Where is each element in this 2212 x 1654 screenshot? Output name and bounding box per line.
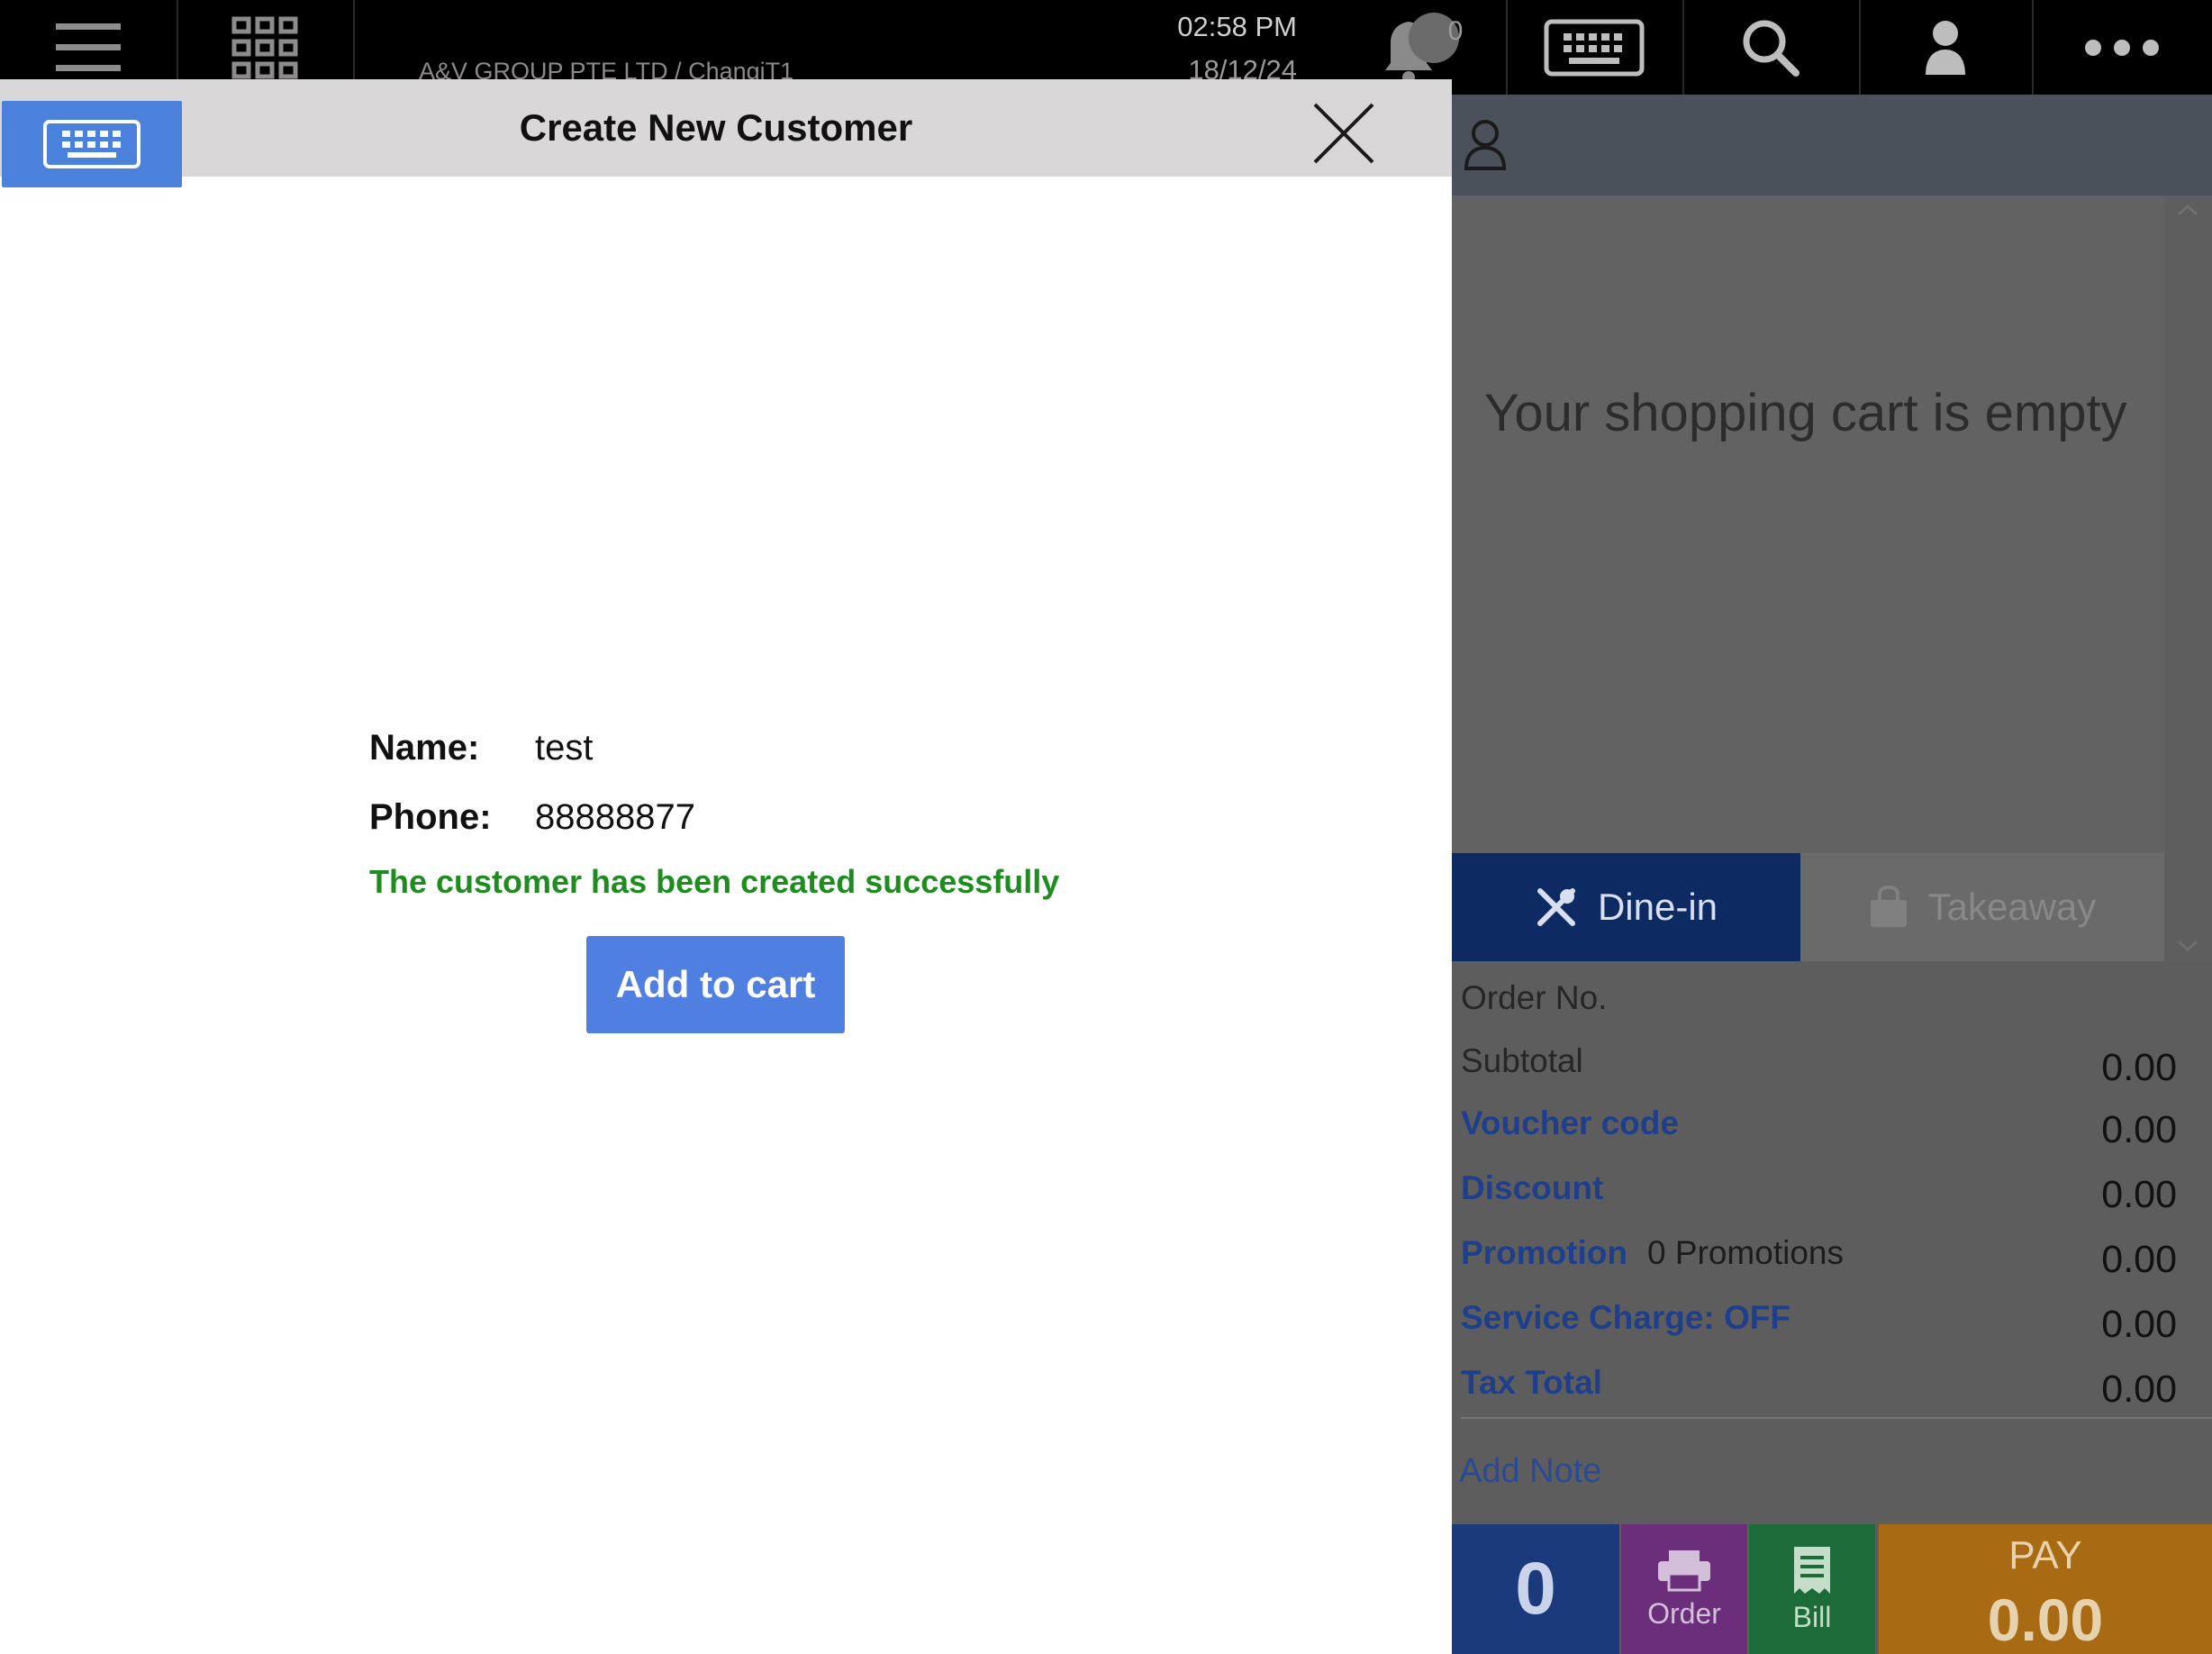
search-button[interactable] [1682, 0, 1861, 95]
item-count-button[interactable]: 0 [1452, 1524, 1619, 1654]
pay-button[interactable]: PAY 0.00 [1879, 1524, 2212, 1654]
more-options-button[interactable] [2032, 0, 2212, 95]
notification-count-badge: 0 [1447, 16, 1464, 46]
close-icon [1313, 103, 1374, 164]
promotion-link[interactable]: Promotion 0 Promotions [1461, 1234, 1844, 1272]
name-value: test [535, 728, 594, 768]
cart-items-area [1452, 195, 2164, 853]
promotion-value: 0.00 [2101, 1238, 2177, 1281]
add-to-cart-button[interactable]: Add to cart [586, 936, 845, 1033]
grid-icon [231, 16, 298, 78]
subtotal-label: Subtotal [1461, 1042, 1583, 1079]
promotion-row[interactable]: Promotion 0 Promotions 0.00 [1461, 1234, 2177, 1288]
cart-empty-message: Your shopping cart is empty [1484, 384, 2127, 442]
add-note-link[interactable]: Add Note [1459, 1452, 1601, 1491]
customer-bar[interactable] [1452, 95, 2212, 195]
pay-label: PAY [2008, 1533, 2082, 1577]
bill-label: Bill [1792, 1600, 1832, 1633]
tax-total-link[interactable]: Tax Total [1461, 1364, 1602, 1402]
dialog-title: Create New Customer [519, 106, 913, 149]
order-number-label: Order No. [1461, 979, 1608, 1016]
shopping-bag-icon [1870, 886, 1907, 927]
summary-divider [1461, 1417, 2212, 1419]
tax-total-row[interactable]: Tax Total 0.00 [1461, 1364, 2177, 1418]
pay-amount: 0.00 [1987, 1586, 2104, 1653]
subtotal-row: Subtotal 0.00 [1461, 1042, 2177, 1096]
dine-in-label: Dine-in [1597, 886, 1718, 928]
discount-link[interactable]: Discount [1461, 1169, 1603, 1207]
subtotal-value: 0.00 [2101, 1046, 2177, 1089]
hamburger-icon [56, 23, 121, 71]
keyboard-toggle-button[interactable] [1506, 0, 1684, 95]
close-dialog-button[interactable] [1308, 97, 1380, 169]
service-charge-link[interactable]: Service Charge: OFF [1461, 1299, 1790, 1337]
service-charge-value: 0.00 [2101, 1303, 2177, 1346]
item-count: 0 [1515, 1548, 1556, 1630]
chevron-up-icon [2177, 204, 2198, 216]
promotion-count: 0 Promotions [1646, 1234, 1844, 1271]
service-charge-row[interactable]: Service Charge: OFF 0.00 [1461, 1299, 2177, 1353]
keyboard-icon [1544, 19, 1645, 76]
user-button[interactable] [1859, 0, 2034, 95]
success-message: The customer has been created successful… [369, 863, 1060, 900]
order-button[interactable]: Order [1621, 1524, 1747, 1654]
discount-row[interactable]: Discount 0.00 [1461, 1169, 2177, 1223]
takeaway-label: Takeaway [1927, 886, 2097, 928]
bill-button[interactable]: Bill [1749, 1524, 1875, 1654]
order-number-row: Order No. [1461, 979, 2177, 1033]
discount-value: 0.00 [2101, 1173, 2177, 1216]
printer-icon [1658, 1549, 1710, 1591]
phone-value: 88888877 [535, 797, 695, 837]
cart-scrollbar[interactable] [2164, 195, 2212, 961]
customer-icon [1464, 120, 1507, 170]
chevron-down-icon [2177, 940, 2198, 952]
user-icon [1926, 20, 1965, 75]
name-label: Name: [369, 728, 480, 768]
dine-in-tab[interactable]: Dine-in [1452, 853, 1800, 961]
voucher-value: 0.00 [2101, 1108, 2177, 1151]
utensils-icon [1537, 888, 1575, 926]
clock-time: 02:58 PM [1177, 11, 1297, 42]
order-label: Order [1647, 1596, 1721, 1630]
receipt-icon [1794, 1546, 1830, 1594]
promotion-label: Promotion [1461, 1234, 1627, 1271]
voucher-code-link[interactable]: Voucher code [1461, 1104, 1679, 1142]
search-icon [1743, 20, 1800, 77]
more-dots-icon [2085, 39, 2159, 56]
voucher-row[interactable]: Voucher code 0.00 [1461, 1104, 2177, 1159]
tax-total-value: 0.00 [2101, 1368, 2177, 1411]
takeaway-tab[interactable]: Takeaway [1800, 853, 2164, 961]
phone-label: Phone: [369, 797, 492, 837]
